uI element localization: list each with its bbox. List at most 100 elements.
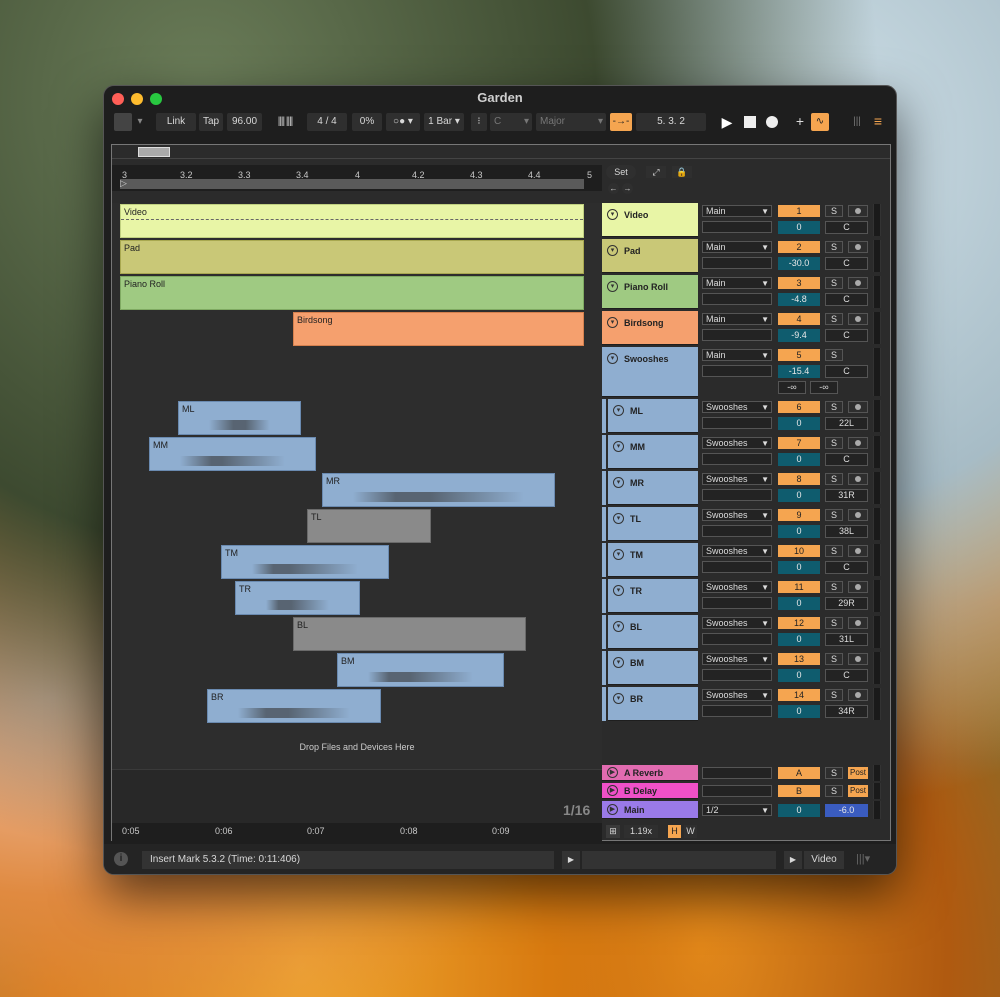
pan-field[interactable]: C: [825, 561, 868, 574]
solo-button[interactable]: S: [825, 785, 843, 797]
play-device-icon[interactable]: ▶: [784, 851, 802, 869]
volume-field[interactable]: -4.8: [778, 293, 820, 306]
arm-button[interactable]: [848, 689, 868, 701]
arm-button[interactable]: [848, 401, 868, 413]
zoom-window-button[interactable]: [150, 93, 162, 105]
track-activator[interactable]: 7: [778, 437, 820, 449]
pan-field[interactable]: C: [825, 669, 868, 682]
input-channel-field[interactable]: [702, 705, 772, 717]
group-fold-icon[interactable]: ▾: [607, 353, 618, 364]
track-activator[interactable]: 13: [778, 653, 820, 665]
volume-field[interactable]: 0: [778, 669, 820, 682]
arm-button[interactable]: [848, 653, 868, 665]
info-icon[interactable]: i: [114, 852, 128, 866]
post-toggle[interactable]: Post: [848, 767, 868, 779]
arm-button[interactable]: [848, 277, 868, 289]
solo-button[interactable]: S: [825, 581, 843, 593]
output-select[interactable]: Swooshes ▼: [702, 437, 772, 449]
fold-icon[interactable]: ▾: [613, 621, 624, 632]
fold-icon[interactable]: ▾: [613, 477, 624, 488]
expand-icon[interactable]: ⤢: [646, 166, 666, 178]
pan-field[interactable]: C: [825, 453, 868, 466]
output-select[interactable]: Main ▼: [702, 349, 772, 361]
master-track-header[interactable]: ▶ Main: [602, 801, 698, 819]
arm-button[interactable]: [848, 241, 868, 253]
fold-icon[interactable]: ▾: [613, 585, 624, 596]
master-pan-field[interactable]: -6.0: [825, 804, 868, 817]
volume-field[interactable]: 0: [778, 705, 820, 718]
solo-button[interactable]: S: [825, 313, 843, 325]
track-activator[interactable]: 6: [778, 401, 820, 413]
input-channel-field[interactable]: [702, 561, 772, 573]
track-activator[interactable]: 3: [778, 277, 820, 289]
solo-button[interactable]: S: [825, 617, 843, 629]
arrangement-position-icon[interactable]: -→-: [610, 113, 632, 131]
solo-button[interactable]: S: [825, 509, 843, 521]
input-channel-field[interactable]: [702, 525, 772, 537]
output-select[interactable]: Swooshes ▼: [702, 473, 772, 485]
fold-icon[interactable]: ▾: [613, 405, 624, 416]
volume-field[interactable]: 0: [778, 561, 820, 574]
clip-ml[interactable]: ML: [178, 401, 301, 435]
send-b-field[interactable]: -∞: [810, 381, 838, 394]
drop-hint[interactable]: Drop Files and Devices Here: [112, 725, 602, 769]
clip-piano-roll[interactable]: Piano Roll: [120, 276, 584, 310]
solo-button[interactable]: S: [825, 767, 843, 779]
track-header[interactable]: ▾ Video: [602, 203, 698, 237]
cue-select[interactable]: 1/2 ▼: [702, 804, 772, 816]
loop-brace[interactable]: [120, 179, 584, 189]
clip-tr[interactable]: TR: [235, 581, 360, 615]
clip-mr[interactable]: MR: [322, 473, 555, 507]
arm-button[interactable]: [848, 617, 868, 629]
song-position-field[interactable]: 5. 3. 2: [636, 113, 706, 131]
return-input-field[interactable]: [702, 767, 772, 779]
h-toggle[interactable]: H: [668, 825, 681, 838]
solo-button[interactable]: S: [825, 349, 843, 361]
fold-icon[interactable]: ▾: [607, 317, 618, 328]
output-select[interactable]: Swooshes ▼: [702, 581, 772, 593]
clip-bm[interactable]: BM: [337, 653, 504, 687]
input-channel-field[interactable]: [702, 669, 772, 681]
pan-field[interactable]: 31L: [825, 633, 868, 646]
output-select[interactable]: Main ▼: [702, 277, 772, 289]
w-toggle[interactable]: W: [684, 825, 697, 838]
metronome-icon[interactable]: ○● ▾: [386, 113, 420, 131]
output-select[interactable]: Swooshes ▼: [702, 545, 772, 557]
volume-field[interactable]: -15.4: [778, 365, 820, 378]
input-channel-field[interactable]: [702, 365, 772, 377]
arm-button[interactable]: [848, 437, 868, 449]
input-channel-field[interactable]: [702, 489, 772, 501]
return-track-header[interactable]: ▶ B Delay: [602, 783, 698, 799]
fold-icon[interactable]: ▾: [613, 549, 624, 560]
next-locator-icon[interactable]: →: [622, 183, 633, 194]
arm-button[interactable]: [848, 581, 868, 593]
track-header[interactable]: ▾ Pad: [602, 239, 698, 273]
chevron-down-icon[interactable]: ▾: [134, 113, 146, 131]
clip-birdsong[interactable]: Birdsong: [293, 312, 584, 346]
track-activator[interactable]: 11: [778, 581, 820, 593]
fold-icon[interactable]: ▾: [607, 209, 618, 220]
stop-icon[interactable]: [741, 113, 759, 131]
output-select[interactable]: Main ▼: [702, 205, 772, 217]
solo-button[interactable]: S: [825, 653, 843, 665]
fold-icon[interactable]: ▾: [613, 441, 624, 452]
output-select[interactable]: Swooshes ▼: [702, 401, 772, 413]
arm-button[interactable]: [848, 509, 868, 521]
volume-field[interactable]: 0: [778, 633, 820, 646]
solo-button[interactable]: S: [825, 205, 843, 217]
play-icon[interactable]: ▶: [607, 804, 618, 815]
volume-field[interactable]: 0: [778, 597, 820, 610]
add-icon[interactable]: +: [792, 113, 808, 131]
time-ruler[interactable]: 0:05 0:06 0:07 0:08 0:09: [112, 823, 602, 841]
nudge-icon[interactable]: |||| ||||: [266, 113, 304, 131]
lock-icon[interactable]: 🔒: [672, 166, 692, 178]
volume-field[interactable]: 0: [778, 417, 820, 430]
clip-mm[interactable]: MM: [149, 437, 316, 471]
solo-button[interactable]: S: [825, 689, 843, 701]
return-input-field[interactable]: [702, 785, 772, 797]
overview-strip[interactable]: [112, 145, 890, 159]
output-select[interactable]: Swooshes ▼: [702, 689, 772, 701]
pan-field[interactable]: 22L: [825, 417, 868, 430]
automation-arm-icon[interactable]: ∿: [811, 113, 829, 131]
fold-icon[interactable]: ▾: [607, 245, 618, 256]
